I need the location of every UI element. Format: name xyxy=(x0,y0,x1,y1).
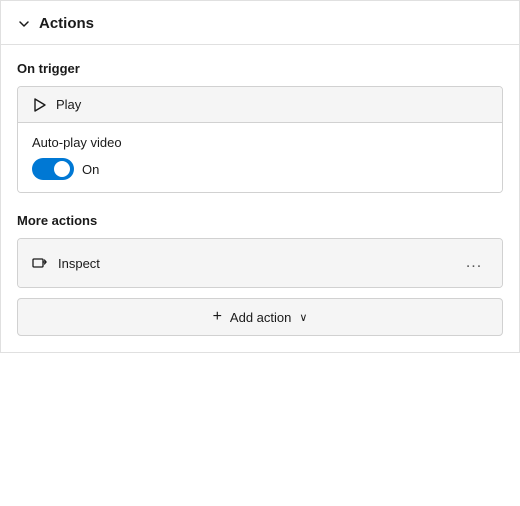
inspect-icon xyxy=(32,255,48,271)
autoplay-toggle[interactable] xyxy=(32,158,74,180)
inspect-label: Inspect xyxy=(58,256,100,271)
inspect-box: Inspect ... xyxy=(17,238,503,288)
panel-title: Actions xyxy=(39,15,94,32)
chevron-down-icon xyxy=(17,17,31,31)
autoplay-row: Auto-play video On xyxy=(18,123,502,192)
play-row[interactable]: Play xyxy=(18,87,502,123)
add-action-chevron-icon: ∨ xyxy=(299,311,307,324)
play-icon xyxy=(32,98,46,112)
toggle-state-label: On xyxy=(82,162,99,177)
more-actions-label: More actions xyxy=(17,213,503,228)
toggle-container: On xyxy=(32,158,488,180)
ellipsis-icon: ... xyxy=(466,255,482,271)
trigger-box: Play Auto-play video On xyxy=(17,86,503,193)
toggle-track xyxy=(32,158,74,180)
add-action-button[interactable]: + Add action ∨ xyxy=(17,298,503,336)
panel-header: Actions xyxy=(1,1,519,45)
add-action-label: Add action xyxy=(230,310,291,325)
plus-icon: + xyxy=(213,309,222,325)
toggle-thumb xyxy=(54,161,70,177)
play-label: Play xyxy=(56,97,81,112)
inspect-ellipsis-button[interactable]: ... xyxy=(460,249,488,277)
inspect-row: Inspect ... xyxy=(18,239,502,287)
inspect-left: Inspect xyxy=(32,255,100,271)
autoplay-label: Auto-play video xyxy=(32,135,488,150)
panel-body: On trigger Play Auto-play video xyxy=(1,45,519,352)
on-trigger-label: On trigger xyxy=(17,61,503,76)
actions-panel: Actions On trigger Play Auto-play video xyxy=(0,0,520,353)
